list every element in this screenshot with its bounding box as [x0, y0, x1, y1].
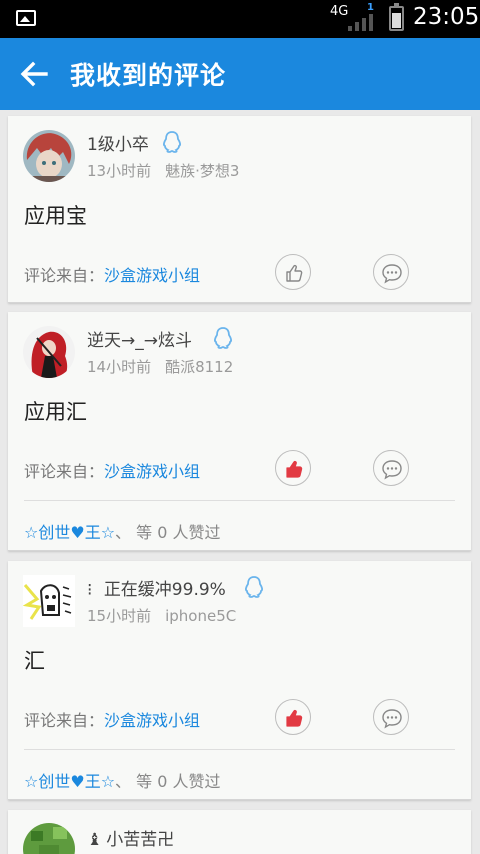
likers-summary: ☆创世♥王☆、 等 0 人赞过	[24, 519, 221, 543]
thumbs-up-filled-icon	[286, 461, 303, 478]
comment-card: 逆天→_→炫斗 14小时前 酷派8112 应用汇 评论来自：沙盒游戏小组 ☆创世♥…	[8, 312, 471, 551]
qq-icon	[162, 130, 182, 154]
app-bar: 我收到的评论	[0, 38, 480, 110]
comment-content: 应用汇	[24, 400, 87, 424]
page-title: 我收到的评论	[70, 61, 227, 90]
user-name[interactable]: ♝ 小苦苦卍	[87, 825, 174, 850]
user-avatar[interactable]	[23, 575, 75, 627]
user-name-prefix: ⁝	[87, 580, 93, 600]
comment-icon	[382, 460, 402, 480]
user-avatar[interactable]	[23, 326, 75, 378]
thumbs-up-icon	[286, 264, 303, 282]
comment-card: 1级小卒 13小时前 魅族·梦想3 应用宝 评论来自：沙盒游戏小组	[8, 116, 471, 303]
device-name: 魅族·梦想3	[165, 162, 240, 180]
comment-icon	[382, 709, 402, 729]
like-button[interactable]	[275, 254, 311, 290]
status-time: 23:05	[413, 4, 480, 30]
divider	[24, 500, 455, 501]
source-label: 评论来自：	[24, 711, 105, 730]
reply-button[interactable]	[373, 699, 409, 735]
thumbs-up-filled-icon	[286, 710, 303, 727]
comment-time: 15小时前	[87, 607, 152, 625]
signal-strength-icon	[346, 9, 380, 31]
user-avatar[interactable]	[23, 130, 75, 182]
like-button-active[interactable]	[275, 699, 311, 735]
comment-meta: 13小时前 魅族·梦想3	[87, 160, 239, 181]
user-avatar[interactable]	[23, 823, 75, 854]
device-name: iphone5C	[165, 607, 237, 625]
back-button[interactable]	[18, 58, 50, 90]
comment-source: 评论来自：沙盒游戏小组	[24, 707, 200, 731]
comment-content: 应用宝	[24, 204, 87, 228]
comment-time: 14小时前	[87, 358, 152, 376]
battery-icon	[389, 3, 404, 31]
user-name-text: 正在缓冲99.9%	[103, 580, 226, 600]
user-name[interactable]: 逆天→_→炫斗	[87, 326, 192, 351]
qq-icon	[244, 575, 264, 599]
like-button-active[interactable]	[275, 450, 311, 486]
comment-card: ⁝ 正在缓冲99.9% 15小时前 iphone5C 汇 评论来自：沙盒游戏小组 …	[8, 561, 471, 800]
liker-name-link[interactable]: ☆创世♥王☆	[24, 523, 115, 542]
likers-summary: ☆创世♥王☆、 等 0 人赞过	[24, 768, 221, 792]
likers-count-text: 、 等 0 人赞过	[115, 772, 221, 791]
source-label: 评论来自：	[24, 266, 105, 285]
divider	[24, 749, 455, 750]
likers-count-text: 、 等 0 人赞过	[115, 523, 221, 542]
comment-content: 汇	[24, 649, 45, 673]
user-name[interactable]: ⁝ 正在缓冲99.9%	[87, 575, 226, 600]
comment-meta: 14小时前 酷派8112	[87, 356, 233, 377]
comment-card: ♝ 小苦苦卍	[8, 810, 471, 854]
comment-source: 评论来自：沙盒游戏小组	[24, 262, 200, 286]
source-group-link[interactable]: 沙盒游戏小组	[104, 462, 200, 481]
liker-name-link[interactable]: ☆创世♥王☆	[24, 772, 115, 791]
reply-button[interactable]	[373, 450, 409, 486]
comment-meta: 15小时前 iphone5C	[87, 605, 236, 626]
comment-source: 评论来自：沙盒游戏小组	[24, 458, 200, 482]
comment-time: 13小时前	[87, 162, 152, 180]
source-label: 评论来自：	[24, 462, 105, 481]
reply-button[interactable]	[373, 254, 409, 290]
user-name-prefix: ♝	[87, 830, 103, 850]
source-group-link[interactable]: 沙盒游戏小组	[104, 711, 200, 730]
source-group-link[interactable]: 沙盒游戏小组	[104, 266, 200, 285]
user-name-text: 小苦苦卍	[106, 830, 175, 850]
comment-icon	[382, 264, 402, 284]
device-name: 酷派8112	[165, 358, 234, 376]
user-name[interactable]: 1级小卒	[87, 130, 149, 155]
gallery-notification-icon	[16, 10, 36, 26]
arrow-left-icon	[20, 61, 48, 87]
status-bar: 4G 1 23:05	[0, 0, 480, 38]
qq-icon	[213, 326, 233, 350]
